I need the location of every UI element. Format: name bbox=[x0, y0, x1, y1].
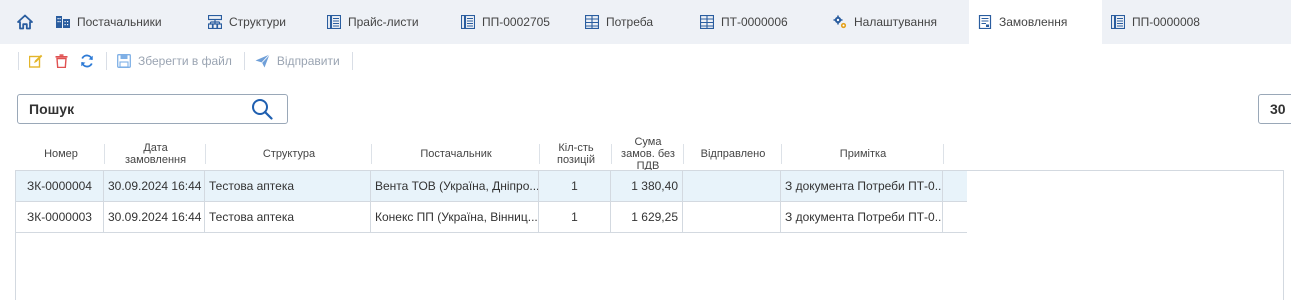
paper-plane-icon bbox=[255, 54, 270, 68]
cell-sum: 1 380,40 bbox=[611, 171, 683, 201]
gears-icon bbox=[833, 15, 847, 29]
save-to-file-label: Зберегти в файл bbox=[138, 54, 232, 68]
cell-item-count: 1 bbox=[539, 171, 611, 201]
page-size-select[interactable]: 30 bbox=[1258, 94, 1291, 124]
cell-note: З документа Потреби ПТ-0... bbox=[781, 202, 943, 232]
table-grid-icon bbox=[700, 15, 714, 29]
price-list-icon bbox=[327, 15, 341, 29]
tab-label: ПП-0002705 bbox=[482, 15, 550, 29]
table-row[interactable]: ЗК-0000004 30.09.2024 16:44 Тестова апте… bbox=[16, 171, 967, 202]
cell-number: ЗК-0000003 bbox=[16, 202, 104, 232]
home-tab[interactable] bbox=[0, 0, 50, 44]
tab-settings[interactable]: Налаштування bbox=[833, 0, 937, 44]
cell-structure: Тестова аптека bbox=[205, 171, 371, 201]
home-icon bbox=[17, 14, 33, 30]
search-icon[interactable] bbox=[251, 98, 273, 120]
tab-label: Замовлення bbox=[999, 15, 1068, 29]
tab-label: Структури bbox=[229, 15, 286, 29]
tab-label: ПП-0000008 bbox=[1132, 15, 1200, 29]
toolbar: Зберегти в файл Відправити bbox=[0, 44, 1291, 78]
cell-order-date: 30.09.2024 16:44 bbox=[104, 171, 205, 201]
send-label: Відправити bbox=[276, 54, 340, 68]
send-button[interactable]: Відправити bbox=[255, 54, 340, 68]
save-to-file-button[interactable]: Зберегти в файл bbox=[117, 54, 232, 68]
cell-number: ЗК-0000004 bbox=[16, 171, 104, 201]
grid-body: ЗК-0000004 30.09.2024 16:44 Тестова апте… bbox=[15, 170, 1284, 300]
cell-supplier: Конекс ПП (Україна, Вінниц... bbox=[371, 202, 539, 232]
toolbar-divider bbox=[351, 52, 353, 70]
tab-label: Постачальники bbox=[77, 15, 162, 29]
column-header-note[interactable]: Примітка bbox=[782, 138, 944, 170]
cell-sum: 1 629,25 bbox=[611, 202, 683, 232]
edit-button[interactable] bbox=[29, 54, 43, 68]
tab-suppliers[interactable]: Постачальники bbox=[56, 0, 162, 44]
tab-price-lists[interactable]: Прайс-листи bbox=[327, 0, 419, 44]
refresh-icon bbox=[81, 54, 93, 68]
table-grid-icon bbox=[585, 15, 599, 29]
tab-pt-0000006[interactable]: ПТ-0000006 bbox=[700, 0, 788, 44]
search-input[interactable] bbox=[29, 101, 249, 117]
org-structure-icon bbox=[208, 15, 222, 29]
tab-label: Потреба bbox=[606, 15, 654, 29]
cell-note: З документа Потреби ПТ-0... bbox=[781, 171, 943, 201]
toolbar-divider bbox=[18, 52, 19, 70]
delete-button[interactable] bbox=[55, 54, 68, 68]
building-grid-icon bbox=[56, 16, 70, 28]
search-box bbox=[17, 94, 288, 124]
tab-bar: Постачальники Структури Прайс-листи ПП-0… bbox=[0, 0, 1291, 44]
tab-pp-0002705[interactable]: ПП-0002705 bbox=[461, 0, 550, 44]
price-list-icon bbox=[1111, 15, 1125, 29]
edit-icon bbox=[29, 54, 43, 68]
tab-needs[interactable]: Потреба bbox=[585, 0, 653, 44]
column-header-order-date[interactable]: Дата замовлення bbox=[105, 138, 206, 170]
cell-order-date: 30.09.2024 16:44 bbox=[104, 202, 205, 232]
price-list-icon bbox=[461, 15, 475, 29]
grid-header: Номер Дата замовлення Структура Постачал… bbox=[17, 136, 944, 172]
cell-item-count: 1 bbox=[539, 202, 611, 232]
cell-supplier: Вента ТОВ (Україна, Дніпро... bbox=[371, 171, 539, 201]
toolbar-divider bbox=[243, 52, 245, 70]
tab-pp-0000008[interactable]: ПП-0000008 bbox=[1111, 0, 1200, 44]
floppy-disk-icon bbox=[117, 54, 131, 68]
cell-structure: Тестова аптека bbox=[205, 202, 371, 232]
column-header-supplier[interactable]: Постачальник bbox=[372, 138, 540, 170]
refresh-button[interactable] bbox=[80, 54, 94, 68]
table-row[interactable]: ЗК-0000003 30.09.2024 16:44 Тестова апте… bbox=[16, 202, 967, 233]
column-header-item-count[interactable]: Кіл-сть позицій bbox=[540, 138, 612, 170]
tab-label: Налаштування bbox=[854, 15, 937, 29]
tab-structures[interactable]: Структури bbox=[208, 0, 286, 44]
tab-label: ПТ-0000006 bbox=[721, 15, 788, 29]
toolbar-divider bbox=[106, 52, 107, 70]
order-document-icon bbox=[978, 15, 992, 29]
cell-sent bbox=[683, 202, 781, 232]
cell-sent bbox=[683, 171, 781, 201]
column-header-sent[interactable]: Відправлено bbox=[684, 138, 782, 170]
trash-icon bbox=[55, 54, 68, 68]
column-header-number[interactable]: Номер bbox=[17, 138, 105, 170]
column-header-sum-without-vat[interactable]: Сума замов. без ПДВ bbox=[612, 136, 684, 172]
tab-orders[interactable]: Замовлення bbox=[969, 0, 1102, 44]
tab-label: Прайс-листи bbox=[348, 15, 419, 29]
column-header-structure[interactable]: Структура bbox=[206, 138, 372, 170]
